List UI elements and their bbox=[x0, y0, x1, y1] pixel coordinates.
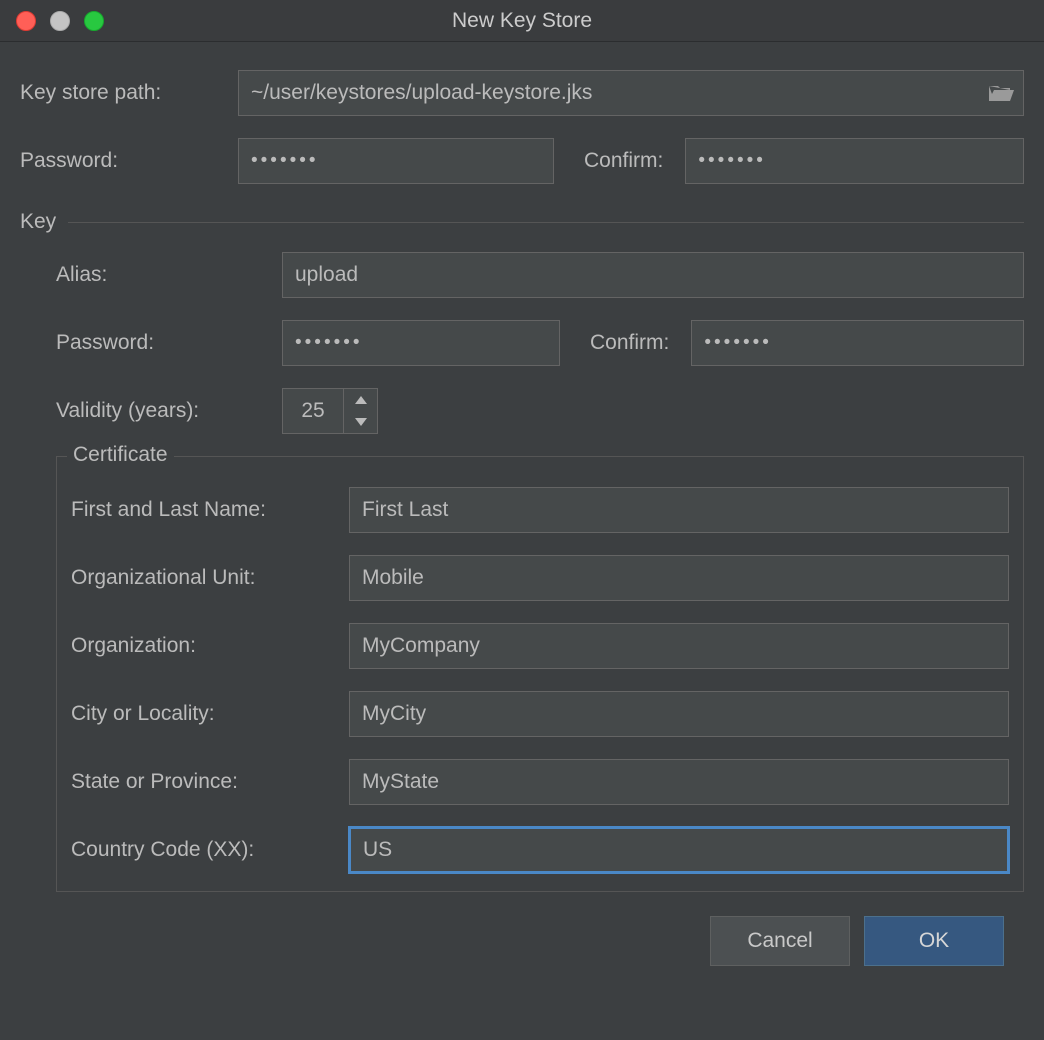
cert-name-row: First and Last Name: First Last bbox=[71, 487, 1009, 533]
chevron-down-icon[interactable] bbox=[344, 411, 377, 433]
alias-label: Alias: bbox=[56, 263, 282, 287]
key-section-title: Key bbox=[20, 210, 68, 234]
cert-country-input[interactable]: US bbox=[349, 827, 1009, 873]
key-section-header: Key bbox=[20, 210, 1024, 234]
validity-input[interactable]: 25 bbox=[282, 388, 344, 434]
cert-state-input[interactable]: MyState bbox=[349, 759, 1009, 805]
validity-label: Validity (years): bbox=[56, 399, 282, 423]
cert-country-label: Country Code (XX): bbox=[71, 838, 349, 862]
keystore-password-input[interactable]: ••••••• bbox=[238, 138, 554, 184]
keystore-confirm-input[interactable]: ••••••• bbox=[685, 138, 1024, 184]
cert-city-row: City or Locality: MyCity bbox=[71, 691, 1009, 737]
dialog-content: Key store path: ~/user/keystores/upload-… bbox=[0, 42, 1044, 986]
cert-name-input[interactable]: First Last bbox=[349, 487, 1009, 533]
cert-state-label: State or Province: bbox=[71, 770, 349, 794]
alias-row: Alias: upload bbox=[56, 252, 1024, 298]
separator-line bbox=[68, 222, 1024, 223]
password-mask: ••••••• bbox=[698, 150, 766, 172]
cert-city-input[interactable]: MyCity bbox=[349, 691, 1009, 737]
cancel-button[interactable]: Cancel bbox=[710, 916, 850, 966]
cert-state-row: State or Province: MyState bbox=[71, 759, 1009, 805]
password-mask: ••••••• bbox=[295, 332, 363, 354]
keystore-path-row: Key store path: ~/user/keystores/upload-… bbox=[20, 70, 1024, 116]
key-password-label: Password: bbox=[56, 331, 282, 355]
dialog-footer: Cancel OK bbox=[20, 892, 1024, 966]
key-password-row: Password: ••••••• Confirm: ••••••• bbox=[56, 320, 1024, 366]
cert-country-row: Country Code (XX): US bbox=[71, 827, 1009, 873]
close-window-icon[interactable] bbox=[16, 11, 36, 31]
keystore-path-field-wrap: ~/user/keystores/upload-keystore.jks bbox=[238, 70, 1024, 116]
cert-ou-input[interactable]: Mobile bbox=[349, 555, 1009, 601]
cert-name-label: First and Last Name: bbox=[71, 498, 349, 522]
validity-row: Validity (years): 25 bbox=[56, 388, 1024, 434]
window-controls bbox=[0, 11, 104, 31]
folder-open-icon[interactable] bbox=[988, 83, 1014, 103]
chevron-up-icon[interactable] bbox=[344, 389, 377, 411]
maximize-window-icon[interactable] bbox=[84, 11, 104, 31]
alias-input[interactable]: upload bbox=[282, 252, 1024, 298]
keystore-path-label: Key store path: bbox=[20, 81, 238, 105]
cert-org-input[interactable]: MyCompany bbox=[349, 623, 1009, 669]
cert-city-label: City or Locality: bbox=[71, 702, 349, 726]
keystore-path-input[interactable]: ~/user/keystores/upload-keystore.jks bbox=[238, 70, 1024, 116]
cert-ou-row: Organizational Unit: Mobile bbox=[71, 555, 1009, 601]
certificate-fieldset: Certificate First and Last Name: First L… bbox=[56, 456, 1024, 892]
password-mask: ••••••• bbox=[704, 332, 772, 354]
key-password-input[interactable]: ••••••• bbox=[282, 320, 560, 366]
certificate-legend: Certificate bbox=[67, 443, 174, 467]
key-confirm-label: Confirm: bbox=[560, 331, 691, 355]
keystore-password-row: Password: ••••••• Confirm: ••••••• bbox=[20, 138, 1024, 184]
window-title: New Key Store bbox=[0, 9, 1044, 33]
titlebar: New Key Store bbox=[0, 0, 1044, 42]
keystore-password-label: Password: bbox=[20, 149, 238, 173]
keystore-confirm-label: Confirm: bbox=[554, 149, 685, 173]
cert-org-label: Organization: bbox=[71, 634, 349, 658]
minimize-window-icon bbox=[50, 11, 70, 31]
cert-ou-label: Organizational Unit: bbox=[71, 566, 349, 590]
validity-spinner: 25 bbox=[282, 388, 378, 434]
validity-stepper-buttons bbox=[344, 388, 378, 434]
key-confirm-input[interactable]: ••••••• bbox=[691, 320, 1024, 366]
ok-button[interactable]: OK bbox=[864, 916, 1004, 966]
cert-org-row: Organization: MyCompany bbox=[71, 623, 1009, 669]
key-block: Alias: upload Password: ••••••• Confirm:… bbox=[20, 252, 1024, 892]
password-mask: ••••••• bbox=[251, 150, 319, 172]
